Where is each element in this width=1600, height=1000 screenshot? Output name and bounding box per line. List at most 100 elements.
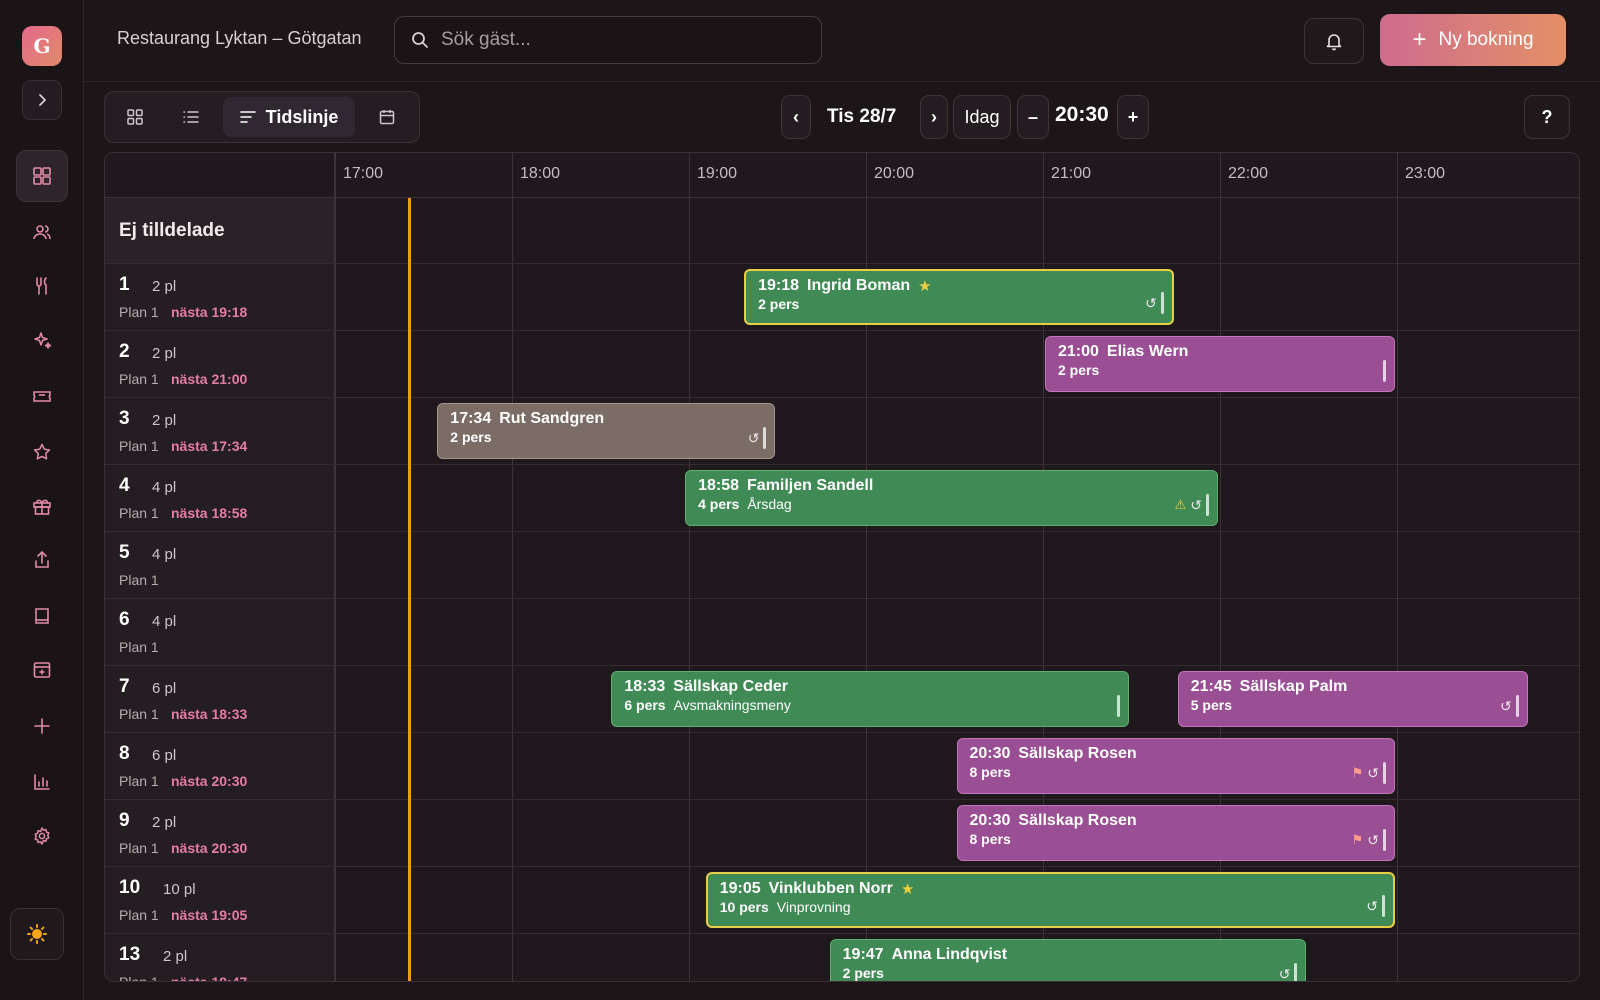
booking-party-size: 6 pers [624,697,666,713]
table-next-booking: nästa 18:58 [171,505,248,521]
hour-label: 22:00 [1228,165,1269,182]
sidebar-item-gift[interactable] [16,480,68,532]
sidebar-item-book[interactable] [16,590,68,642]
search-input[interactable] [441,29,801,51]
table-plan: Plan 1 [119,505,159,521]
booking-status-icons [1383,360,1386,382]
sidebar-item-sparkles[interactable] [16,314,68,366]
recurring-icon: ↺ [1145,294,1157,311]
plus-icon [34,718,50,734]
hour-label: 23:00 [1405,165,1446,182]
booking-guest-name: Sällskap Ceder [673,678,788,695]
unassigned-title: Ej tilldelade [119,220,225,241]
table-capacity: 6 pl [152,680,177,697]
booking-note: Avsmakningsmeny [673,697,791,713]
help-button[interactable]: ? [1524,95,1570,139]
table-next-booking: nästa 18:33 [171,706,248,722]
sidebar-item-dashboard[interactable] [16,150,68,202]
resize-handle[interactable] [1160,292,1164,314]
sidebar-item-star[interactable] [16,426,68,478]
theme-toggle-button[interactable] [10,908,64,960]
resize-handle[interactable] [1117,695,1121,717]
sidebar-item-plus[interactable] [16,700,68,752]
table-capacity: 4 pl [152,546,177,563]
booking-block[interactable]: 19:47 Anna Lindqvist 2 pers ↺ [829,939,1307,981]
booking-block[interactable]: 19:05 Vinklubben Norr ★ 10 pers Vinprovning ↺ [705,872,1395,928]
next-day-button[interactable]: › [920,95,948,139]
booking-party-size: 2 pers [758,296,800,312]
booking-guest-name: Familjen Sandell [747,477,874,494]
ticket-icon [33,391,51,402]
guest-search[interactable] [394,16,822,64]
booking-guest-name: Ingrid Boman [807,277,911,294]
table-label-cell: 2 2 pl Plan 1 nästa 21:00 [105,331,335,397]
resize-handle[interactable] [1382,895,1385,917]
booking-time: 17:34 [450,410,492,427]
booking-block[interactable]: 20:30 Sällskap Rosen 8 pers ⚑ ↺ [956,805,1395,861]
resize-handle[interactable] [763,427,767,449]
booking-guest-name: Sällskap Palm [1239,678,1348,695]
resize-handle[interactable] [1294,963,1298,981]
sidebar-item-guests[interactable] [16,206,68,258]
sidebar-item-utensils[interactable] [16,260,68,312]
table-row[interactable]: 5 4 pl Plan 1 [105,532,1579,599]
bell-icon [1326,34,1342,51]
booking-party-size: 10 pers [719,899,769,915]
booking-block[interactable]: 18:33 Sällskap Ceder 6 pers Avsmakningsmeny [611,671,1130,727]
table-row[interactable]: 3 2 pl Plan 1 nästa 17:34 [105,398,1579,465]
prev-day-button[interactable]: ‹ [781,95,811,139]
booking-block[interactable]: 17:34 Rut Sandgren 2 pers ↺ [437,403,776,459]
booking-guest-name: Sällskap Rosen [1018,812,1137,829]
booking-block[interactable]: 18:58 Familjen Sandell 4 pers Årsdag ⚠ ↺ [685,470,1218,526]
booking-guest-name: Sällskap Rosen [1018,745,1137,762]
table-plan: Plan 1 [119,371,159,387]
table-label-cell: 1 2 pl Plan 1 nästa 19:18 [105,264,335,330]
sidebar-item-ticket[interactable] [16,370,68,422]
booking-block[interactable]: 21:00 Elias Wern 2 pers [1045,336,1395,392]
sidebar-item-calendar-plus[interactable] [16,644,68,696]
recurring-icon: ↺ [1367,764,1379,781]
table-plan: Plan 1 [119,907,159,923]
sidebar-item-chart[interactable] [16,756,68,808]
booking-party-size: 2 pers [450,429,492,445]
table-label-cell: 10 10 pl Plan 1 nästa 19:05 [105,867,335,933]
timeline-grid: 17:00 18:00 19:00 20:00 21:00 22:00 23:00 Ej ti… [104,152,1580,982]
table-number: 13 [119,944,141,965]
unassigned-row[interactable]: Ej tilldelade [105,198,1579,264]
sidebar-item-share[interactable] [16,534,68,586]
table-next-booking: nästa 19:47 [171,974,248,982]
booking-block[interactable]: 20:30 Sällskap Rosen 8 pers ⚑ ↺ [956,738,1395,794]
table-number: 5 [119,542,130,563]
booking-status-icons: ↺ [748,427,767,449]
table-number: 8 [119,743,130,764]
search-icon [412,32,428,48]
hour-label: 20:00 [874,165,915,182]
hour-label: 21:00 [1051,165,1092,182]
resize-handle[interactable] [1205,494,1209,516]
app-logo[interactable]: G [22,26,62,66]
notifications-button[interactable] [1304,18,1364,64]
new-booking-label: Ny bokning [1438,29,1534,50]
resize-handle[interactable] [1383,762,1386,784]
star-icon [33,443,51,460]
resize-handle[interactable] [1383,829,1386,851]
new-booking-button[interactable]: + Ny bokning [1380,14,1566,66]
time-decrease-button[interactable]: – [1017,95,1049,139]
table-label-cell: 9 2 pl Plan 1 nästa 20:30 [105,800,335,866]
table-row[interactable]: 6 4 pl Plan 1 [105,599,1579,666]
time-increase-button[interactable]: + [1117,95,1149,139]
table-next-booking: nästa 20:30 [171,773,248,789]
booking-party-size: 8 pers [969,764,1011,780]
booking-party-size: 2 pers [1058,362,1100,378]
booking-block[interactable]: 19:18 Ingrid Boman ★ 2 pers ↺ [744,269,1174,325]
booking-status-icons: ↺ [1279,963,1298,981]
booking-status-icons: ↺ [1500,695,1519,717]
sidebar-item-settings[interactable] [16,810,68,862]
resize-handle[interactable] [1515,695,1519,717]
recurring-icon: ↺ [1190,496,1202,513]
booking-block[interactable]: 21:45 Sällskap Palm 5 pers ↺ [1177,671,1528,727]
today-button[interactable]: Idag [953,95,1011,139]
chart-icon [34,774,50,790]
table-label-cell: 7 6 pl Plan 1 nästa 18:33 [105,666,335,732]
resize-handle[interactable] [1383,360,1386,382]
